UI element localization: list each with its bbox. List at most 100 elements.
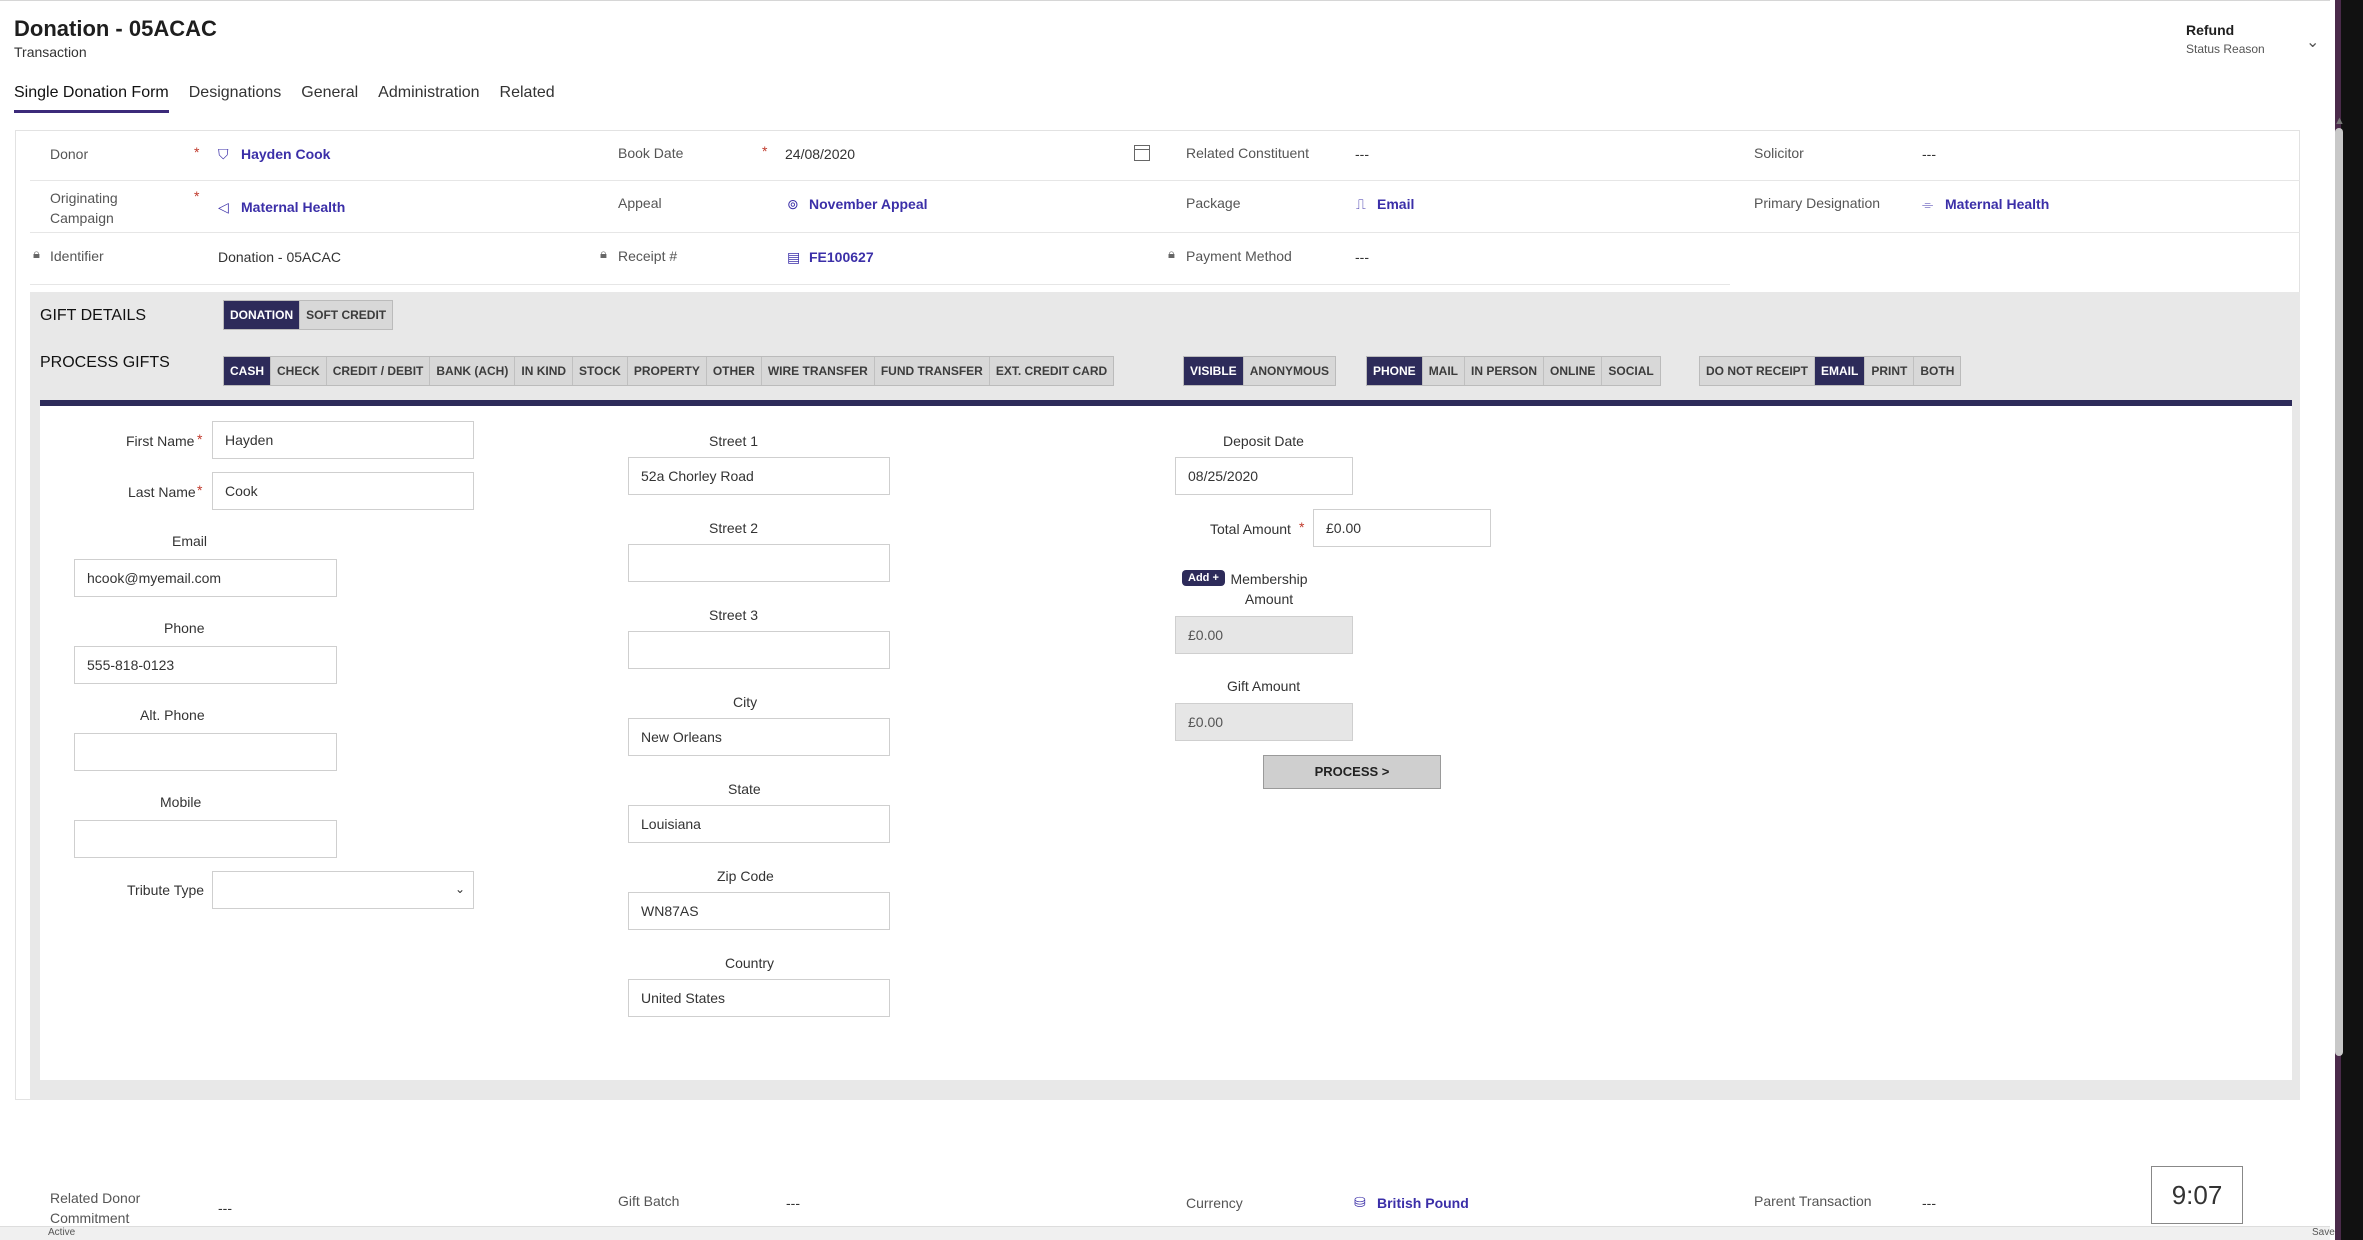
required-marker: * [197,431,203,447]
page: ▲ Donation - 05ACAC Transaction Refund S… [0,0,2363,1240]
street2-label: Street 2 [709,520,759,536]
total-amount-input[interactable]: £0.00 [1313,509,1491,547]
required-marker: * [1299,519,1305,535]
street2-input[interactable] [628,544,890,582]
membership-amount-label: Membership Amount [1230,571,1308,607]
package-icon: ⎍ [1356,196,1366,212]
tribute-type-select[interactable]: ⌄ [212,871,474,909]
tribute-type-label: Tribute Type [127,882,205,898]
receipt-link[interactable]: FE100627 [809,249,874,265]
tab-single-donation-form[interactable]: Single Donation Form [14,84,169,113]
book-date-value[interactable]: 24/08/2020 [785,146,855,162]
required-marker: * [194,188,200,204]
street3-input[interactable] [628,631,890,669]
chevron-down-icon[interactable]: ⌄ [2306,32,2319,52]
related-donor-commitment-value[interactable]: --- [218,1200,232,1216]
alt-phone-input[interactable] [74,733,337,771]
appeal-link[interactable]: November Appeal [809,196,928,212]
channel-phone[interactable]: PHONE [1367,357,1423,385]
payment-bank-ach[interactable]: BANK (ACH) [430,357,516,385]
payment-check[interactable]: CHECK [271,357,327,385]
lock-icon: 🔒︎ [1168,246,1175,261]
email-input[interactable]: hcook@myemail.com [74,559,337,597]
required-marker: * [194,144,200,160]
gift-batch-value[interactable]: --- [786,1195,800,1211]
phone-input[interactable]: 555-818-0123 [74,646,337,684]
first-name-label: First Name [126,433,195,449]
receipt-print[interactable]: PRINT [1865,357,1915,385]
donor-link[interactable]: Hayden Cook [241,146,330,162]
channel-online[interactable]: ONLINE [1544,357,1603,385]
related-constituent-value[interactable]: --- [1355,146,1369,162]
payment-in-kind[interactable]: IN KIND [515,357,574,385]
gift-amount-label: Gift Amount [1227,678,1301,694]
parent-transaction-label: Parent Transaction [1754,1193,1872,1209]
payment-cash[interactable]: CASH [224,357,272,385]
payment-ext-credit-card[interactable]: EXT. CREDIT CARD [990,357,1113,385]
receipt-label: Receipt # [618,248,678,264]
parent-transaction-value[interactable]: --- [1922,1195,1936,1211]
save-button[interactable]: Save [2312,1227,2335,1238]
payment-wire-transfer[interactable]: WIRE TRANSFER [762,357,875,385]
lock-icon: 🔒︎ [600,246,607,261]
alt-phone-label: Alt. Phone [140,707,205,723]
tab-bar: Single Donation Form Designations Genera… [14,84,555,113]
primary-designation-link[interactable]: Maternal Health [1945,196,2049,212]
related-constituent-label: Related Constituent [1186,145,1309,161]
payment-type-toggle: CASH CHECK CREDIT / DEBIT BANK (ACH) IN … [223,356,1115,386]
scroll-up-icon[interactable]: ▲ [2334,116,2345,127]
channel-in-person[interactable]: IN PERSON [1465,357,1545,385]
appeal-label: Appeal [618,195,662,211]
tab-general[interactable]: General [301,84,358,113]
add-membership-button[interactable]: Add + [1182,570,1225,586]
city-input[interactable]: New Orleans [628,718,890,756]
page-title: Donation - 05ACAC [14,16,217,41]
first-name-input[interactable]: Hayden [212,421,474,459]
visibility-toggle: VISIBLE ANONYMOUS [1183,356,1337,386]
tab-related[interactable]: Related [500,84,555,113]
tab-administration[interactable]: Administration [378,84,479,113]
country-input[interactable]: United States [628,979,890,1017]
payment-property[interactable]: PROPERTY [628,357,707,385]
currency-link[interactable]: British Pound [1377,1195,1469,1211]
vertical-scrollbar[interactable] [2335,128,2343,1056]
payment-fund-transfer[interactable]: FUND TRANSFER [875,357,990,385]
receipt-email[interactable]: EMAIL [1815,357,1866,385]
channel-mail[interactable]: MAIL [1423,357,1466,385]
state-input[interactable]: Louisiana [628,805,890,843]
gift-type-donation[interactable]: DONATION [224,301,301,329]
payment-other[interactable]: OTHER [707,357,762,385]
solicitor-value[interactable]: --- [1922,146,1936,162]
tab-designations[interactable]: Designations [189,84,282,113]
last-name-input[interactable]: Cook [212,472,474,510]
status-reason[interactable]: Refund Status Reason [2186,22,2326,56]
email-label: Email [172,533,208,549]
receipt-do-not-receipt[interactable]: DO NOT RECEIPT [1700,357,1816,385]
channel-social[interactable]: SOCIAL [1602,357,1659,385]
payment-stock[interactable]: STOCK [573,357,628,385]
receipt-both[interactable]: BOTH [1914,357,1960,385]
gift-type-soft-credit[interactable]: SOFT CREDIT [300,301,392,329]
street1-input[interactable]: 52a Chorley Road [628,457,890,495]
package-label: Package [1186,195,1241,211]
mobile-input[interactable] [74,820,337,858]
divider [30,180,2300,181]
zip-code-input[interactable]: WN87AS [628,892,890,930]
payment-method-label: Payment Method [1186,248,1292,264]
process-button[interactable]: PROCESS > [1263,755,1441,789]
payment-method-value: --- [1355,249,1369,265]
package-link[interactable]: Email [1377,196,1414,212]
street1-label: Street 1 [709,433,759,449]
status-label: Status Reason [2186,42,2265,56]
payment-credit-debit[interactable]: CREDIT / DEBIT [327,357,431,385]
visibility-anonymous[interactable]: ANONYMOUS [1244,357,1335,385]
total-amount-label: Total Amount [1210,521,1291,537]
originating-campaign-label: Originating Campaign [50,190,118,226]
window-edge-dark [2341,0,2363,1240]
calendar-icon[interactable] [1134,145,1150,161]
originating-campaign-link[interactable]: Maternal Health [241,199,345,215]
deposit-date-input[interactable]: 08/25/2020 [1175,457,1353,495]
visibility-visible[interactable]: VISIBLE [1184,357,1244,385]
receipt-toggle: DO NOT RECEIPT EMAIL PRINT BOTH [1699,356,1962,386]
membership-amount-input: £0.00 [1175,616,1353,654]
